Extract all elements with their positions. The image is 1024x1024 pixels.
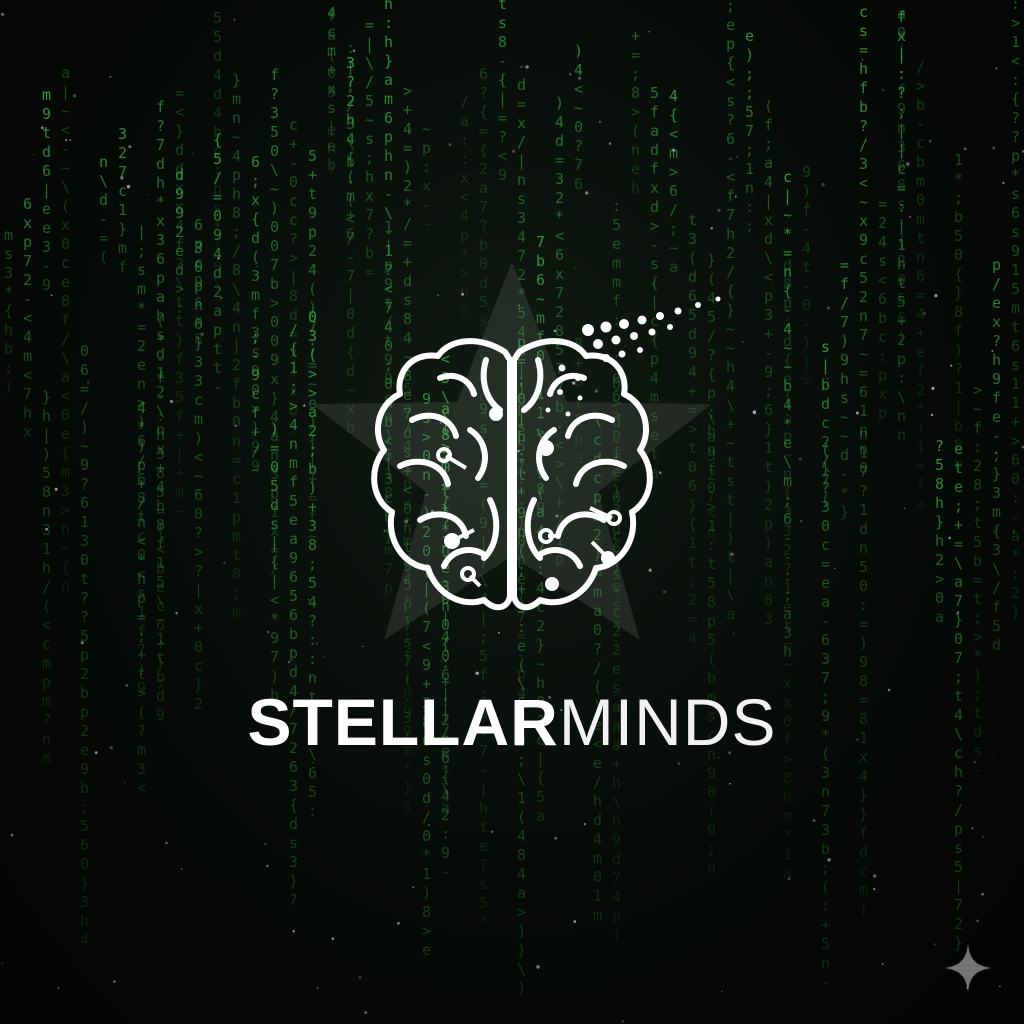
brand-name-bold: STELLAR [247, 685, 559, 759]
brand-wordmark: STELLARMINDS [0, 682, 1024, 762]
brand-name-light: MINDS [558, 685, 777, 759]
logo-emblem [312, 262, 721, 640]
logo-canvas: m s 3 *{h b;) 6 x p 7 2- <4 m <7 h x m 9 t d 6 | e e 3-9} h |) 5 8 n… [0, 0, 1024, 1024]
sparkle-icon [944, 944, 992, 992]
